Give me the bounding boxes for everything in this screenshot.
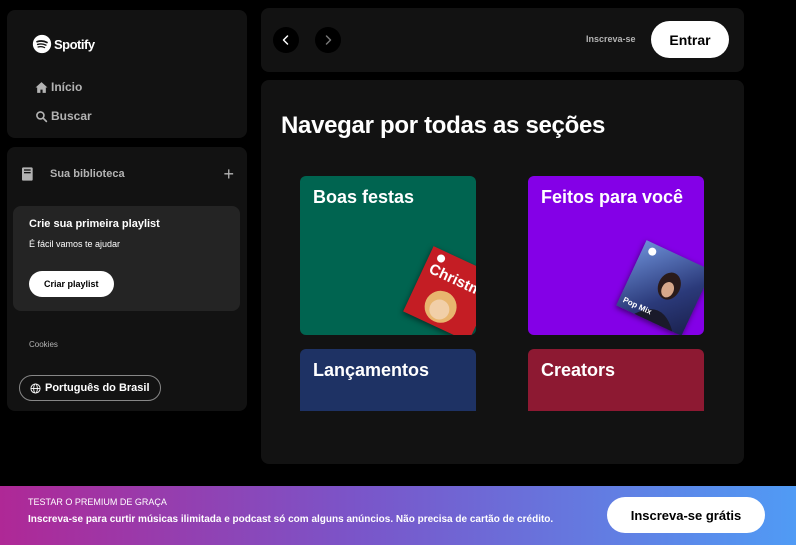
top-bar: Inscreva-se Entrar: [261, 8, 744, 72]
tile-label: Boas festas: [313, 187, 415, 207]
search-icon: [36, 110, 48, 122]
tile-label: Creators: [541, 360, 616, 380]
language-button[interactable]: Português do Brasil: [19, 375, 161, 401]
library-header: Sua biblioteca +: [20, 164, 234, 184]
category-tile-boas-festas[interactable]: Boas festas Christmas Hits: [300, 176, 476, 335]
create-playlist-button[interactable]: Criar playlist: [29, 271, 114, 297]
christmas-hits-cover: Christmas Hits: [403, 246, 476, 335]
signup-link[interactable]: Inscreva-se: [586, 34, 636, 44]
forward-button[interactable]: [315, 27, 341, 53]
home-icon: [35, 81, 48, 93]
login-button[interactable]: Entrar: [651, 21, 729, 58]
premium-banner[interactable]: TESTAR O PREMIUM DE GRAÇA Inscreva-se pa…: [0, 486, 796, 545]
language-label: Português do Brasil: [45, 382, 150, 394]
category-tile-lancamentos[interactable]: Lançamentos: [300, 349, 476, 411]
page-title: Navegar por todas as seções: [281, 112, 606, 139]
promo-title: Crie sua primeira playlist: [29, 218, 160, 230]
banner-text: Inscreva-se para curtir músicas ilimitad…: [28, 514, 554, 525]
pop-mix-cover: Pop Mix: [616, 240, 704, 335]
category-tile-creators[interactable]: Creators: [528, 349, 704, 411]
chevron-right-icon: [325, 35, 332, 45]
spotify-icon: [32, 34, 52, 54]
chevron-left-icon: [282, 35, 289, 45]
back-button[interactable]: [273, 27, 299, 53]
cookies-link[interactable]: Cookies: [29, 340, 58, 349]
banner-heading: TESTAR O PREMIUM DE GRAÇA: [28, 497, 167, 507]
promo-subtitle: É fácil vamos te ajudar: [29, 239, 121, 249]
tile-label: Feitos para você: [541, 187, 684, 207]
browse-panel: Navegar por todas as seções Boas festas …: [261, 80, 744, 464]
nav-item-home[interactable]: Início: [35, 80, 82, 94]
category-tile-feitos-para-voce[interactable]: Feitos para você Pop Mix: [528, 176, 704, 335]
library-icon[interactable]: [20, 166, 36, 182]
brand-name: Spotify: [54, 36, 95, 52]
add-playlist-button[interactable]: +: [223, 165, 234, 183]
nav-item-label: Início: [51, 80, 83, 94]
nav-item-search[interactable]: Buscar: [35, 109, 92, 123]
tile-label: Lançamentos: [313, 360, 430, 380]
signup-free-button[interactable]: Inscreva-se grátis: [607, 497, 765, 533]
create-playlist-card: Crie sua primeira playlist É fácil vamos…: [13, 206, 240, 311]
nav-item-label: Buscar: [51, 109, 92, 123]
nav-panel: Spotify Início Buscar: [7, 10, 247, 138]
globe-icon: [30, 382, 41, 394]
library-panel: Sua biblioteca + Crie sua primeira playl…: [7, 147, 247, 411]
library-title[interactable]: Sua biblioteca: [50, 168, 125, 180]
spotify-logo[interactable]: Spotify: [32, 34, 95, 54]
